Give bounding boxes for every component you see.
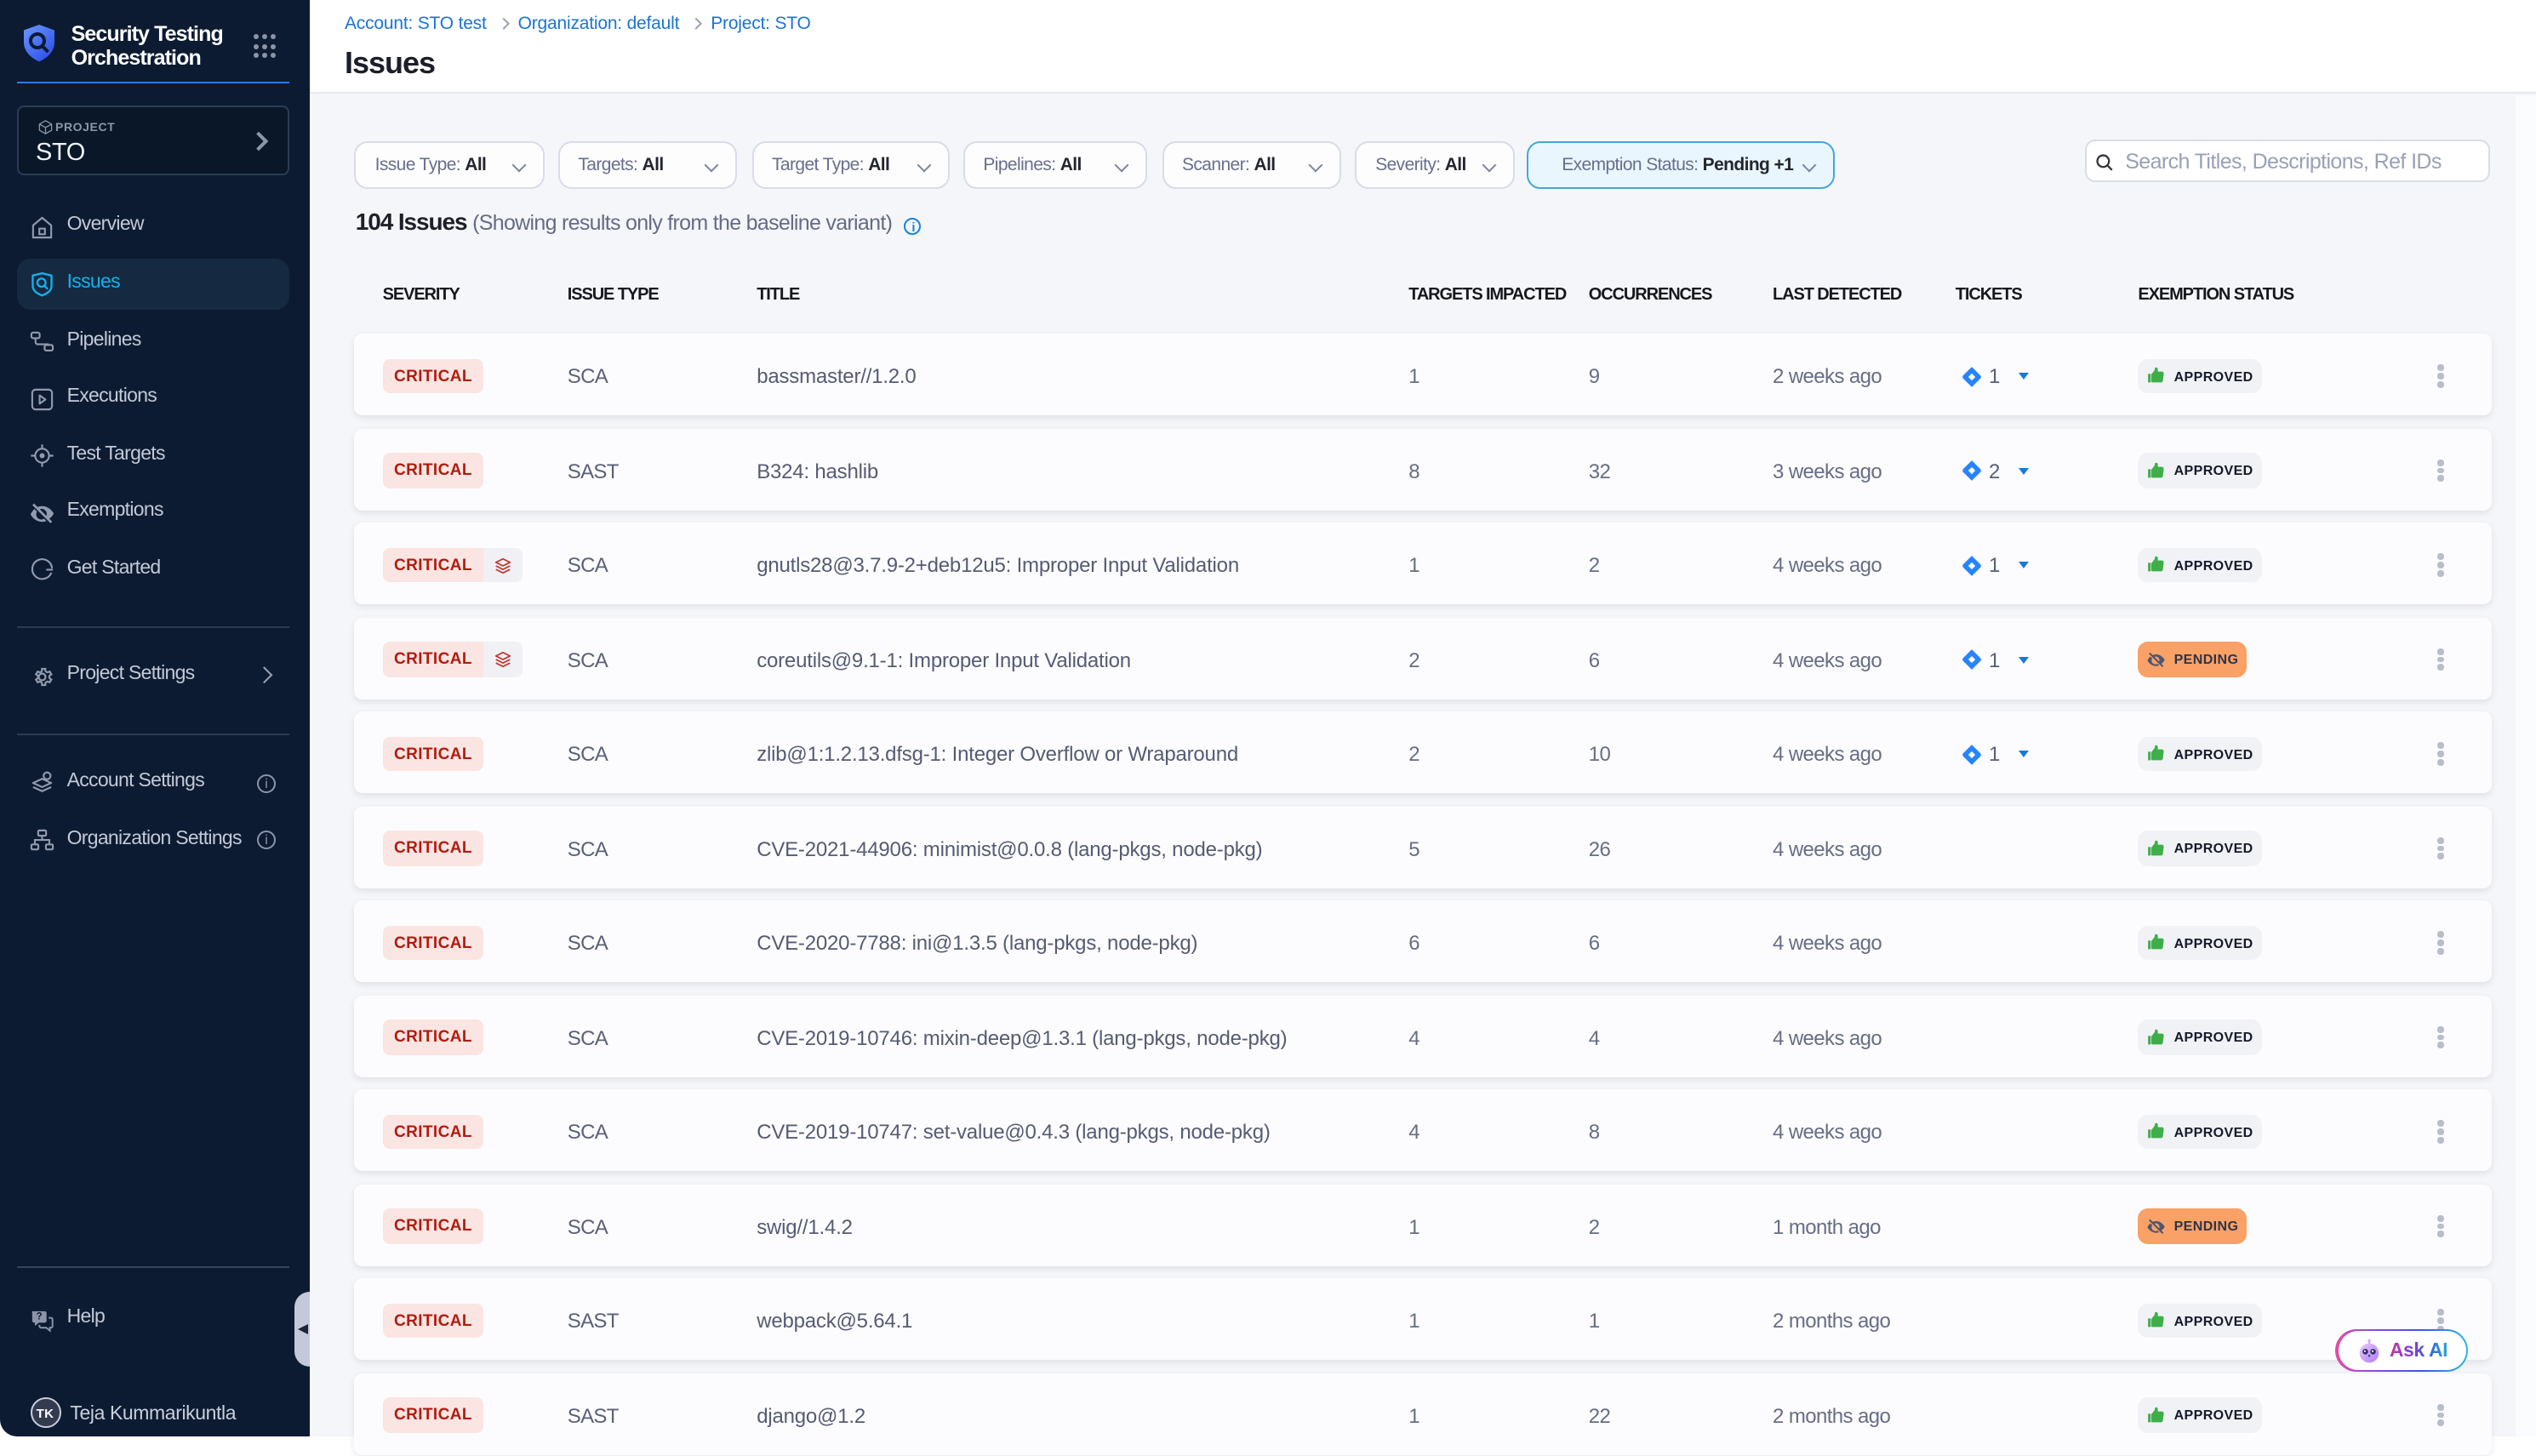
svg-text:?: ? bbox=[37, 1310, 43, 1322]
